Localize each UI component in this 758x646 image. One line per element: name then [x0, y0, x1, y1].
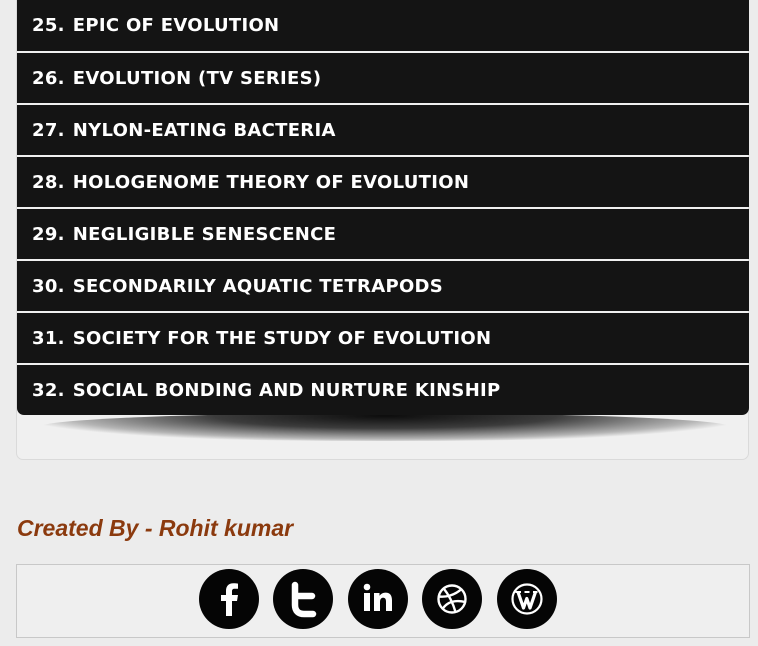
list-item[interactable]: 25. EPIC OF EVOLUTION [17, 0, 749, 51]
list-item-number: 27. [32, 119, 65, 141]
wordpress-icon[interactable] [497, 569, 557, 629]
twitter-icon[interactable] [273, 569, 333, 629]
list-item-label: SECONDARILY AQUATIC TETRAPODS [72, 275, 444, 297]
list-item-label: SOCIETY FOR THE STUDY OF EVOLUTION [72, 327, 492, 349]
list-item[interactable]: 29. NEGLIGIBLE SENESCENCE [17, 209, 749, 259]
list-item[interactable]: 28. HOLOGENOME THEORY OF EVOLUTION [17, 157, 749, 207]
list-item[interactable]: 32. SOCIAL BONDING AND NURTURE KINSHIP [17, 365, 749, 415]
list-item-number: 31. [32, 327, 65, 349]
topic-list: 25. EPIC OF EVOLUTION 26. EVOLUTION (TV SE… [17, 0, 749, 415]
list-item-number: 32. [32, 379, 65, 401]
list-item-number: 26. [32, 67, 65, 89]
social-links-bar [16, 564, 750, 638]
list-item-label: NEGLIGIBLE SENESCENCE [72, 223, 337, 245]
list-item[interactable]: 27. NYLON-EATING BACTERIA [17, 105, 749, 155]
list-item-label: SOCIAL BONDING AND NURTURE KINSHIP [72, 379, 501, 401]
dribbble-icon[interactable] [422, 569, 482, 629]
list-item[interactable]: 31. SOCIETY FOR THE STUDY OF EVOLUTION [17, 313, 749, 363]
list-item-number: 29. [32, 223, 65, 245]
list-item-number: 28. [32, 171, 65, 193]
list-drop-shadow [40, 413, 730, 441]
list-item[interactable]: 30. SECONDARILY AQUATIC TETRAPODS [17, 261, 749, 311]
list-item-label: EVOLUTION (TV SERIES) [72, 67, 322, 89]
author-credit: Created By - Rohit kumar [17, 515, 294, 541]
list-item-label: NYLON-EATING BACTERIA [72, 119, 336, 141]
facebook-icon[interactable] [199, 569, 259, 629]
linkedin-icon[interactable] [348, 569, 408, 629]
list-item-label: EPIC OF EVOLUTION [72, 15, 280, 36]
list-item-label: HOLOGENOME THEORY OF EVOLUTION [72, 171, 470, 193]
list-item-number: 25. [32, 15, 65, 36]
list-item[interactable]: 26. EVOLUTION (TV SERIES) [17, 53, 749, 103]
list-item-number: 30. [32, 275, 65, 297]
